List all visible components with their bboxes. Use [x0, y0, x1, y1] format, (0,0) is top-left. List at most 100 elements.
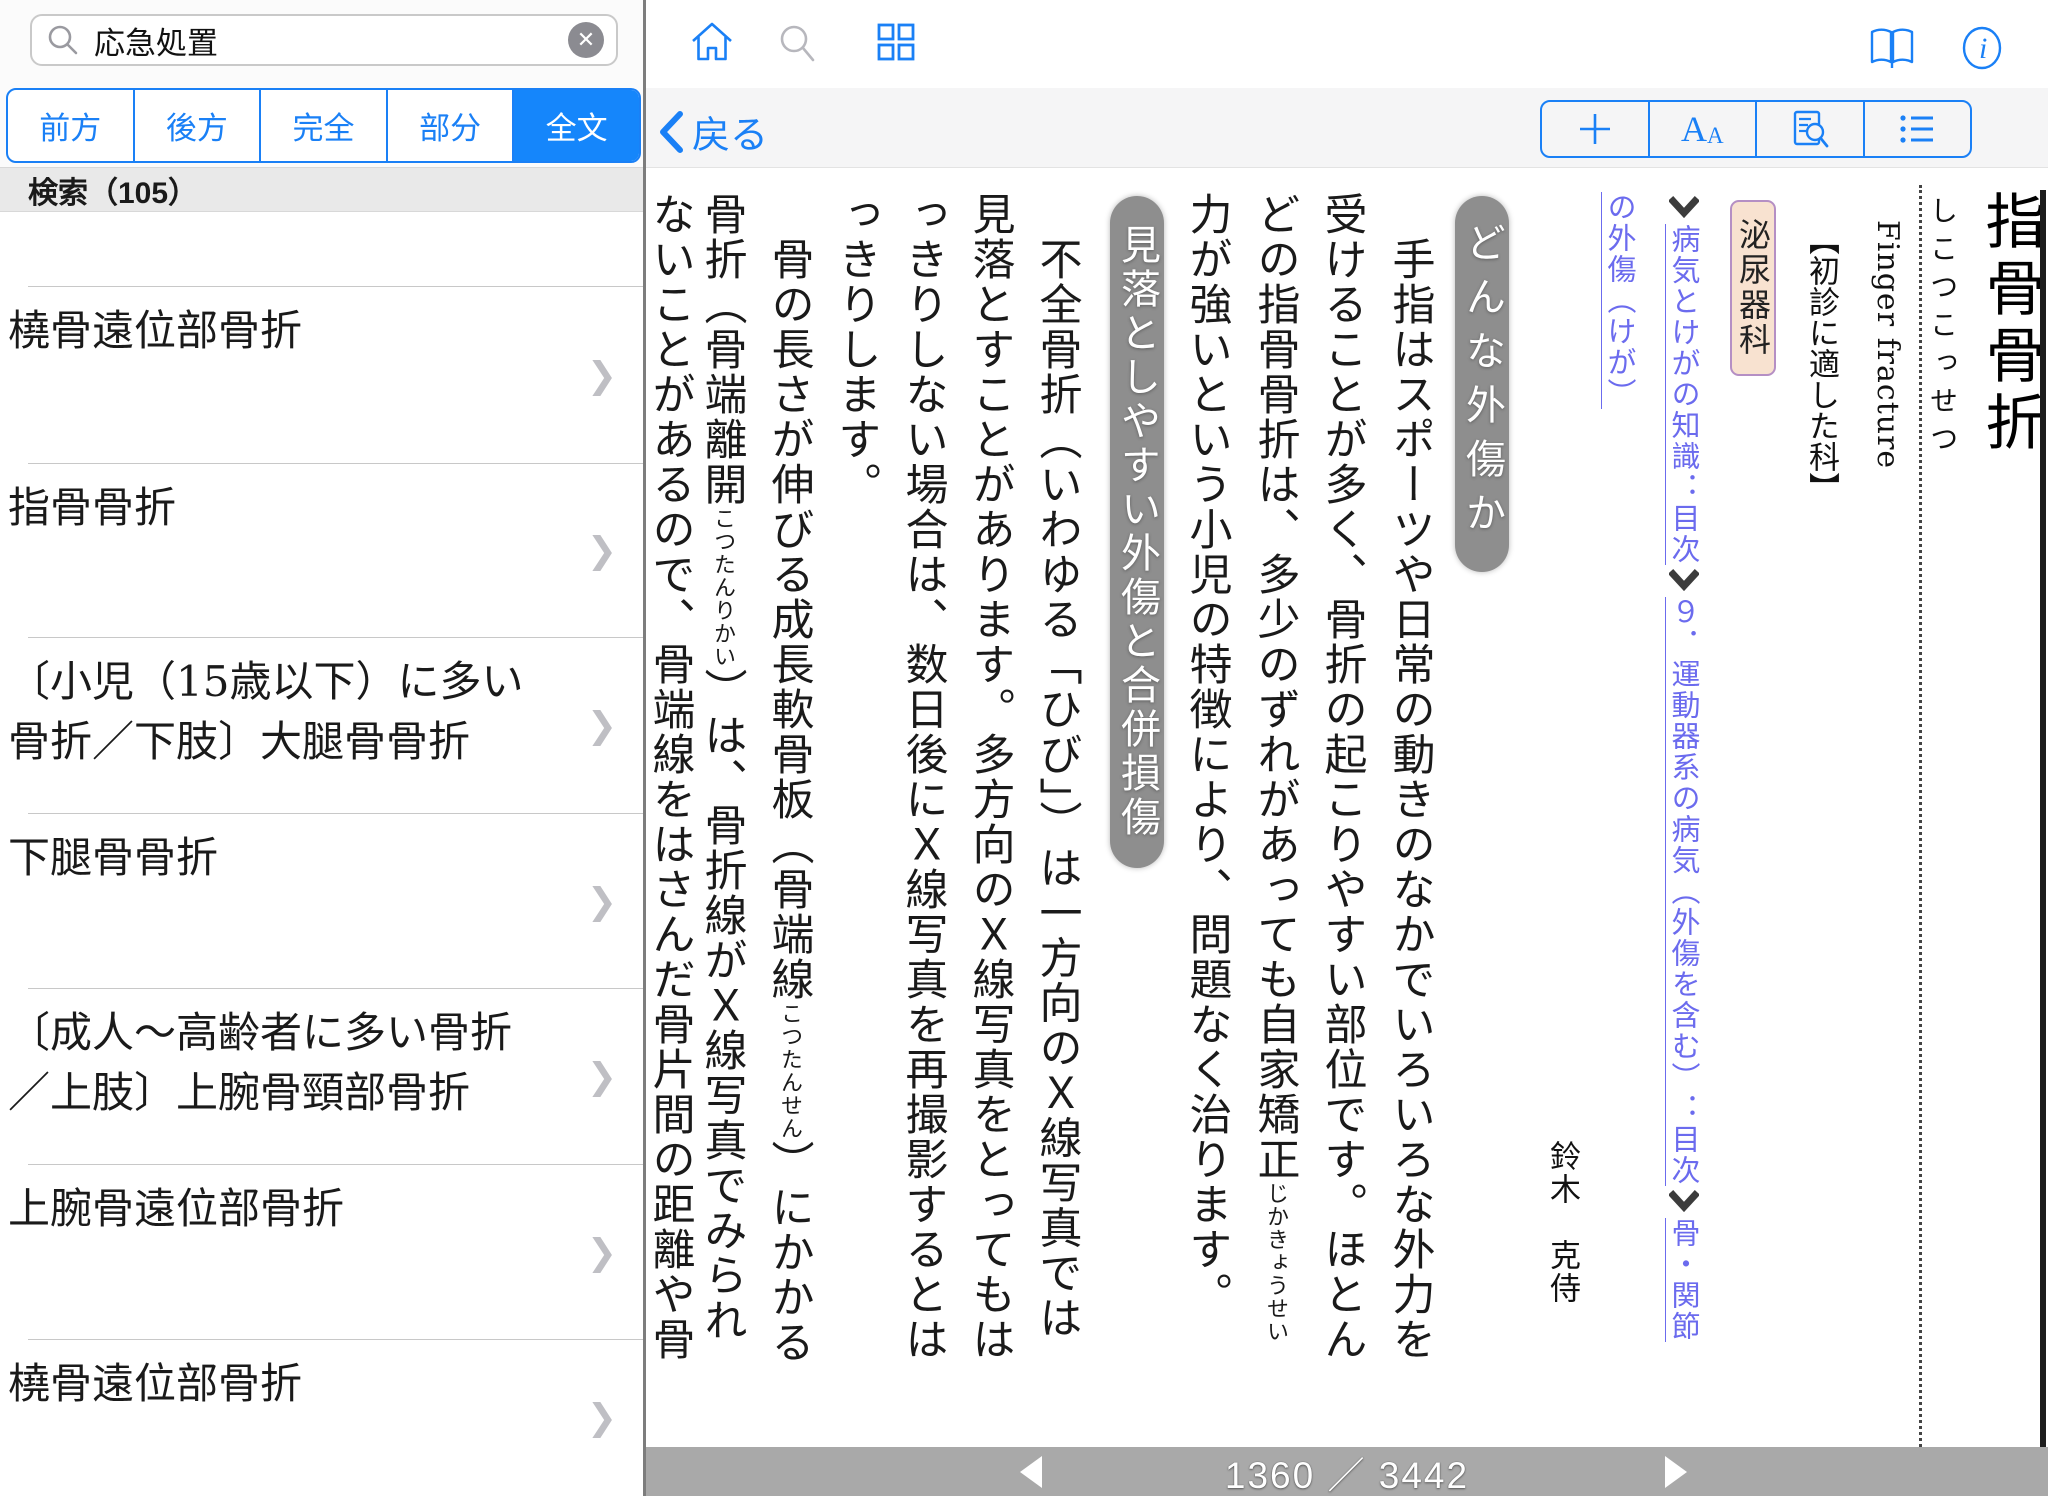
text-segment: 不全骨折（いわゆる「ひび」）は一方向のＸ線写真では	[1032, 192, 1082, 1341]
reader-body-b9: 骨の長さが伸びる成長軟骨板（骨端線こつたんせん）にかかる	[767, 192, 810, 1365]
text-segment: しこつこっせつ	[1926, 196, 1959, 462]
back-label: 戻る	[692, 104, 768, 159]
chevron-down-icon	[1669, 194, 1699, 222]
chevron-down-icon	[1669, 1188, 1699, 1216]
text-segment: 骨の長さが伸びる成長軟骨板（骨端線	[764, 192, 814, 1002]
search-in-page-button[interactable]	[1755, 102, 1863, 156]
search-mode-forward[interactable]: 前方	[8, 90, 133, 161]
text-segment: 受けることが多く、骨折の起こりやすい部位です。ほとん	[1317, 192, 1367, 1362]
text-segment: 泌尿器科	[1734, 218, 1772, 358]
result-row[interactable]: 上腕骨遠位部骨折❯	[0, 1165, 643, 1340]
book-icon[interactable]	[1868, 24, 1916, 72]
svg-text:i: i	[1979, 32, 1987, 65]
home-icon[interactable]	[688, 18, 736, 66]
current-page: 1360	[1225, 1455, 1315, 1496]
search-icon	[46, 23, 80, 57]
result-row[interactable]: 〔成人～高齢者に多い骨折／上肢〕上腕骨頸部骨折❯	[0, 989, 643, 1165]
result-title: 上腕骨遠位部骨折	[0, 1165, 643, 1239]
reader-body-b3: どの指骨骨折は、多少のずれがあっても自家矯正じかきょうせい	[1253, 192, 1296, 1343]
search-input[interactable]	[92, 21, 568, 59]
text-segment: ）は、骨折線がＸ線写真でみられ	[697, 668, 747, 1343]
total-pages: 3442	[1379, 1455, 1469, 1496]
result-row[interactable]: 指骨骨折❯	[0, 464, 643, 638]
previous-page-button[interactable]	[1020, 1456, 1042, 1488]
reader-author-author: 鈴木 克侍	[1546, 1140, 1577, 1305]
search-mode-backward[interactable]: 後方	[133, 90, 260, 161]
chevron-down-icon	[1669, 567, 1699, 595]
result-row[interactable]: 〔小児（15歳以下）に多い骨折／下肢〕大腿骨骨折❯	[0, 638, 643, 814]
search-field[interactable]: ✕	[30, 14, 618, 66]
reader-body-b4: 力が強いという小児の特徴により、問題なく治ります。	[1185, 192, 1228, 1317]
search-mode-fulltext[interactable]: 全文	[512, 90, 639, 161]
top-toolbar: i	[646, 0, 2048, 88]
text-segment: 指骨骨折	[1975, 190, 2045, 458]
clear-search-icon[interactable]: ✕	[568, 22, 604, 58]
reader-heading-h2: 見落としやすい外傷と合併損傷	[1110, 196, 1164, 868]
search-mode-exact[interactable]: 完全	[259, 90, 386, 161]
text-segment: 骨・関節	[1667, 1218, 1701, 1342]
chevron-left-icon	[656, 109, 686, 155]
text-segment: ９．運動器系の病気（外傷を含む）：目次	[1667, 597, 1701, 1186]
text-segment: 見落とすことがあります。多方向のＸ線写真をとってもは	[965, 192, 1015, 1362]
text-segment: どんな外傷か	[1459, 222, 1505, 546]
result-row[interactable]: 橈骨遠位部骨折❯	[0, 287, 643, 464]
search-icon[interactable]	[774, 20, 822, 68]
title-separator-rule	[1919, 185, 1922, 1447]
font-size-icon: A	[1681, 108, 1707, 150]
reader-body-b1: 手指はスポーツや日常の動きのなかでいろいろな外力を	[1388, 192, 1431, 1362]
reader-body-b2: 受けることが多く、骨折の起こりやすい部位です。ほとん	[1320, 192, 1363, 1362]
info-icon[interactable]: i	[1958, 24, 2006, 72]
search-panel: ✕ 前方後方完全部分全文 検索（105） 橈骨遠位部骨折❯指骨骨折❯〔小児（15…	[0, 0, 643, 1496]
result-title: 橈骨遠位部骨折	[0, 1340, 643, 1414]
text-segment: 鈴木 克侍	[1544, 1140, 1580, 1305]
text-segment: Finger fracture	[1870, 220, 1905, 469]
result-title: 指骨骨折	[0, 464, 643, 538]
search-mode-group: 前方後方完全部分全文	[6, 88, 641, 163]
chevron-right-icon: ❯	[587, 531, 617, 572]
grid-icon[interactable]	[872, 18, 920, 66]
add-bookmark-button[interactable]	[1542, 102, 1648, 156]
text-segment: っきりします。	[831, 192, 881, 507]
reader-link-link1[interactable]: 病気とけがの知識：目次 ９．運動器系の病気（外傷を含む）：目次骨・関節	[1669, 192, 1699, 1342]
page-navigation-bar: 1360 ／ 3442	[646, 1447, 2048, 1496]
next-page-button[interactable]	[1665, 1456, 1687, 1488]
search-in-page-icon	[1786, 105, 1834, 153]
chevron-right-icon: ❯	[587, 706, 617, 747]
search-mode-partial[interactable]: 部分	[386, 90, 513, 161]
result-row[interactable]: 橈骨遠位部骨折❯	[0, 1340, 643, 1496]
result-title: 〔成人～高齢者に多い骨折／上肢〕上腕骨頸部骨折	[0, 989, 643, 1123]
chevron-right-icon: ❯	[587, 1232, 617, 1273]
text-segment: の外傷（けが）	[1603, 192, 1637, 409]
text-segment: ）にかかる	[764, 1140, 814, 1365]
reader-panel: i 戻る AA	[646, 0, 2048, 1496]
reader-body-b10: 骨折（骨端離開こつたんりかい）は、骨折線がＸ線写真でみられ	[700, 192, 743, 1343]
table-of-contents-button[interactable]	[1863, 102, 1971, 156]
scroll-indicator[interactable]	[2040, 190, 2046, 1447]
text-segment: 見落としやすい外傷と合併損傷	[1114, 224, 1160, 840]
text-segment: っきりしない場合は、数日後にＸ線写真を再撮影するとは	[898, 192, 948, 1362]
chevron-right-icon: ❯	[587, 355, 617, 396]
ruby-annotation: こつたんりかい	[710, 507, 735, 668]
results-count-header: 検索（105）	[0, 167, 643, 212]
result-title: 橈骨遠位部骨折	[0, 287, 643, 361]
chevron-right-icon: ❯	[587, 1398, 617, 1439]
reader-link-link2[interactable]: の外傷（けが）	[1605, 192, 1634, 409]
reader-body-b8: っきりします。	[834, 192, 877, 507]
text-segment: 病気とけがの知識：目次	[1667, 224, 1701, 565]
font-size-button[interactable]: AA	[1648, 102, 1756, 156]
reader-body-b5: 不全骨折（いわゆる「ひび」）は一方向のＸ線写真では	[1035, 192, 1078, 1341]
reader-title-title: 指骨骨折	[1980, 190, 2040, 458]
search-header: ✕ 前方後方完全部分全文	[0, 0, 643, 167]
result-row[interactable]: 下腿骨骨折❯	[0, 814, 643, 989]
text-segment: 骨折（骨端離開	[697, 192, 747, 507]
text-segment: どの指骨骨折は、多少のずれがあっても自家矯正	[1250, 192, 1300, 1182]
back-button[interactable]: 戻る	[656, 104, 768, 159]
result-title: 〔小児（15歳以下）に多い骨折／下肢〕大腿骨骨折	[0, 638, 643, 772]
reader-english-english: Finger fracture	[1872, 220, 1902, 469]
reader-toolbar: 戻る AA	[646, 88, 2048, 168]
reader-reading-reading: しこつこっせつ	[1928, 196, 1956, 462]
reader-body-b7: っきりしない場合は、数日後にＸ線写真を再撮影するとは	[901, 192, 944, 1362]
text-segment: 力が強いという小児の特徴により、問題なく治ります。	[1182, 192, 1232, 1317]
page-position: 1360 ／ 3442	[1225, 1445, 1469, 1499]
result-title: 下腿骨骨折	[0, 814, 643, 888]
